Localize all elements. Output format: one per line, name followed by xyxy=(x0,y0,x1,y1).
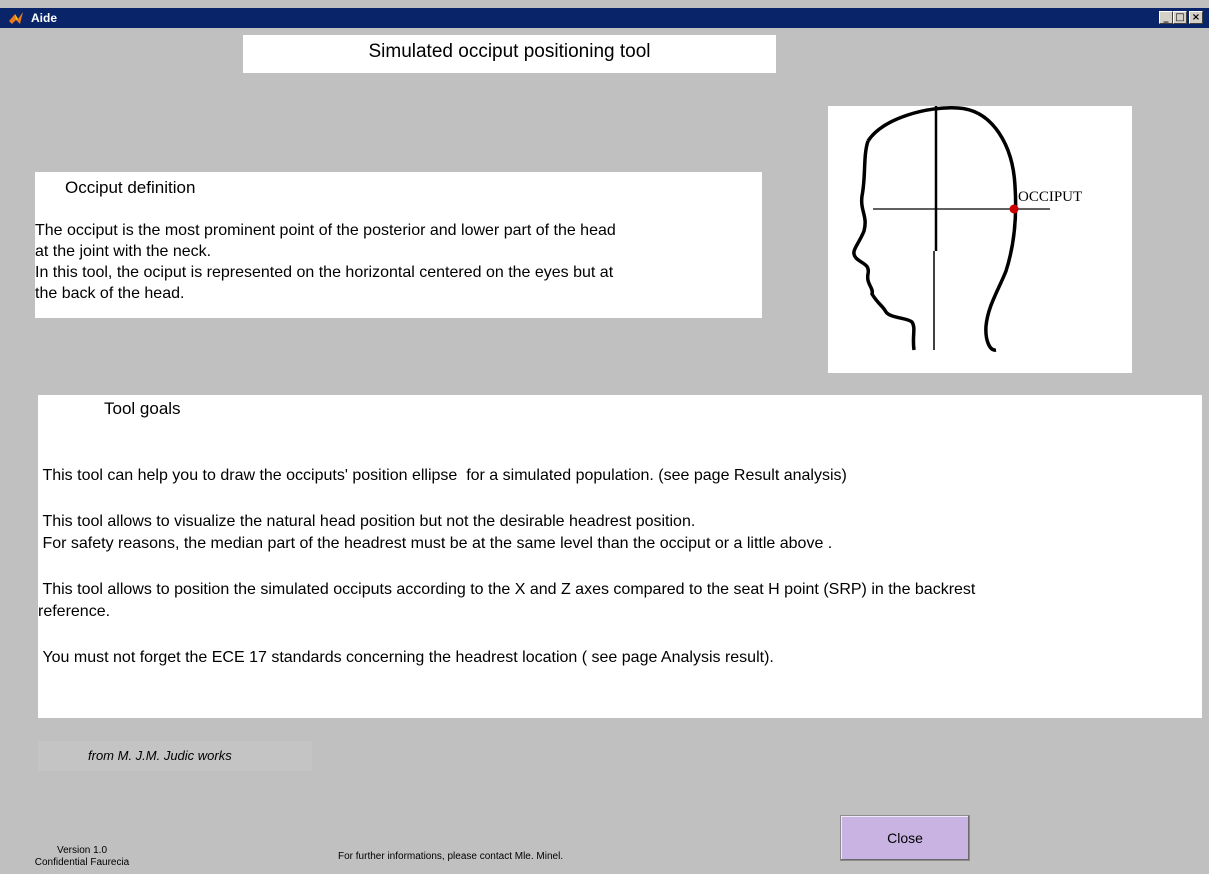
window-titlebar: Aide _ □ × xyxy=(0,8,1209,28)
occiput-definition-line: the back of the head. xyxy=(35,285,185,302)
tool-goals-paragraph: This tool can help you to draw the occip… xyxy=(38,467,847,484)
occiput-definition-line: at the joint with the neck. xyxy=(35,243,212,260)
version-info: Version 1.0 Confidential Faurecia xyxy=(22,845,142,869)
credit-label: from M. J.M. Judic works xyxy=(38,741,312,771)
tool-goals-paragraph: reference. xyxy=(38,603,111,620)
close-window-button[interactable]: × xyxy=(1189,11,1203,24)
tool-goals-panel: Tool goals This tool can help you to dra… xyxy=(38,395,1202,718)
head-profile-drawing: OCCIPUT xyxy=(852,106,1082,352)
tool-goals-paragraph: This tool allows to position the simulat… xyxy=(38,581,976,598)
occiput-definition-heading: Occiput definition xyxy=(65,178,196,197)
tool-goals-paragraph: This tool allows to visualize the natura… xyxy=(38,513,696,530)
window-title: Aide xyxy=(31,11,58,25)
occiput-definition-line: The occiput is the most prominent point … xyxy=(35,222,616,239)
tool-goals-heading: Tool goals xyxy=(104,399,181,418)
occiput-definition-text: The occiput is the most prominent point … xyxy=(35,220,762,304)
occiput-definition-panel: Occiput definition The occiput is the mo… xyxy=(35,172,762,318)
maximize-button[interactable]: □ xyxy=(1173,11,1187,24)
occiput-marker xyxy=(1009,204,1019,214)
occiput-label: OCCIPUT xyxy=(1018,189,1082,205)
tool-goals-paragraph: For safety reasons, the median part of t… xyxy=(38,535,833,552)
tool-goals-paragraph: You must not forget the ECE 17 standards… xyxy=(38,649,774,666)
minimize-button[interactable]: _ xyxy=(1159,11,1173,24)
head-outline-face xyxy=(852,140,916,351)
occiput-definition-line: In this tool, the ociput is represented … xyxy=(35,264,614,281)
confidential-label: Confidential Faurecia xyxy=(34,857,130,868)
credit-text: from M. J.M. Judic works xyxy=(88,748,232,763)
matlab-icon xyxy=(9,12,23,24)
close-button[interactable]: Close xyxy=(840,815,970,861)
page-title: Simulated occiput positioning tool xyxy=(243,35,776,73)
version-number: Version 1.0 xyxy=(56,845,108,856)
occiput-figure: OCCIPUT xyxy=(828,106,1132,373)
contact-info: For further informations, please contact… xyxy=(338,851,564,862)
